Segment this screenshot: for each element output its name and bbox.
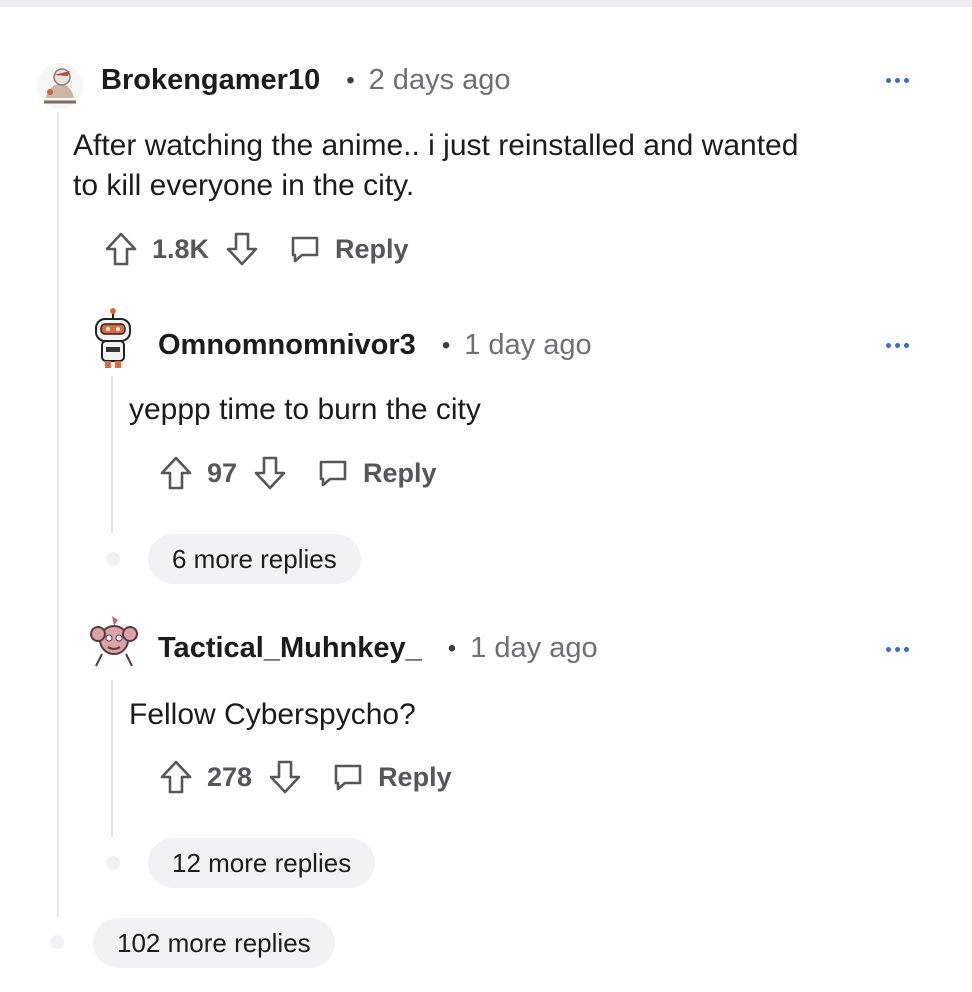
avatar-robot-icon[interactable] — [88, 307, 138, 371]
comment-bubble-icon — [289, 233, 321, 265]
username[interactable]: Omnomnomnivor3 — [158, 329, 416, 362]
comment-actions: 278 Reply — [159, 755, 452, 799]
avatar-monkey-icon[interactable] — [86, 610, 142, 670]
thread-more-replies-button[interactable]: 102 more replies — [93, 918, 335, 968]
more-replies-label: 6 more replies — [172, 543, 337, 574]
upvote-icon[interactable] — [159, 759, 193, 795]
reply-label: Reply — [378, 761, 452, 792]
thread-end-dot — [106, 552, 120, 566]
more-replies-label: 12 more replies — [172, 847, 352, 878]
reply-button[interactable]: Reply — [332, 761, 452, 793]
username[interactable]: Tactical_Muhnkey_ — [158, 632, 422, 665]
meta-separator: • — [441, 331, 451, 359]
comment-body: yeppp time to burn the city — [129, 390, 929, 430]
meta-separator: • — [447, 634, 457, 662]
thread-end-dot — [106, 856, 120, 870]
comment-body-line: yeppp time to burn the city — [129, 393, 481, 426]
downvote-icon[interactable] — [268, 759, 302, 795]
comment-actions: 1.8K Reply — [104, 227, 409, 271]
comment-meta: Omnomnomnivor3 • 1 day ago — [158, 329, 592, 362]
reply-button[interactable]: Reply — [289, 233, 409, 265]
vote-count: 1.8K — [152, 233, 210, 264]
more-replies-button[interactable]: 12 more replies — [148, 838, 376, 888]
reply-label: Reply — [363, 457, 437, 488]
upvote-icon[interactable] — [104, 231, 138, 267]
upvote-icon[interactable] — [159, 455, 193, 491]
thread-line-root — [57, 112, 59, 917]
comment-body-line: After watching the anime.. i just reinst… — [73, 129, 799, 162]
vote-count: 278 — [207, 761, 253, 792]
more-options-icon[interactable] — [886, 343, 912, 351]
reply-button[interactable]: Reply — [317, 457, 437, 489]
top-divider — [0, 0, 972, 7]
thread-line-reply-1 — [111, 376, 113, 533]
more-options-icon[interactable] — [886, 78, 912, 86]
comment-actions: 97 Reply — [159, 451, 437, 495]
username[interactable]: Brokengamer10 — [101, 64, 320, 97]
comment-bubble-icon — [332, 761, 364, 793]
comment-meta: Tactical_Muhnkey_ • 1 day ago — [158, 632, 598, 665]
more-replies-label: 102 more replies — [117, 927, 311, 958]
vote-count: 97 — [207, 457, 238, 488]
comment-meta: Brokengamer10 • 2 days ago — [101, 64, 511, 97]
more-options-icon[interactable] — [886, 647, 912, 655]
timestamp: 2 days ago — [368, 64, 511, 96]
comment-body: After watching the anime.. i just reinst… — [73, 126, 933, 206]
comment-body: Fellow Cyberspycho? — [129, 695, 929, 735]
comment-body-line: Fellow Cyberspycho? — [129, 698, 416, 731]
meta-separator: • — [346, 66, 355, 94]
timestamp: 1 day ago — [470, 632, 598, 664]
more-replies-button[interactable]: 6 more replies — [148, 534, 361, 584]
reply-label: Reply — [335, 233, 409, 264]
thread-end-dot — [50, 935, 64, 949]
downvote-icon[interactable] — [253, 455, 287, 491]
thread-line-reply-2 — [111, 680, 113, 837]
timestamp: 1 day ago — [464, 329, 592, 361]
avatar-sketch-icon[interactable] — [36, 62, 84, 110]
comment-bubble-icon — [317, 457, 349, 489]
comment-body-line: to kill everyone in the city. — [73, 169, 415, 202]
downvote-icon[interactable] — [225, 231, 259, 267]
